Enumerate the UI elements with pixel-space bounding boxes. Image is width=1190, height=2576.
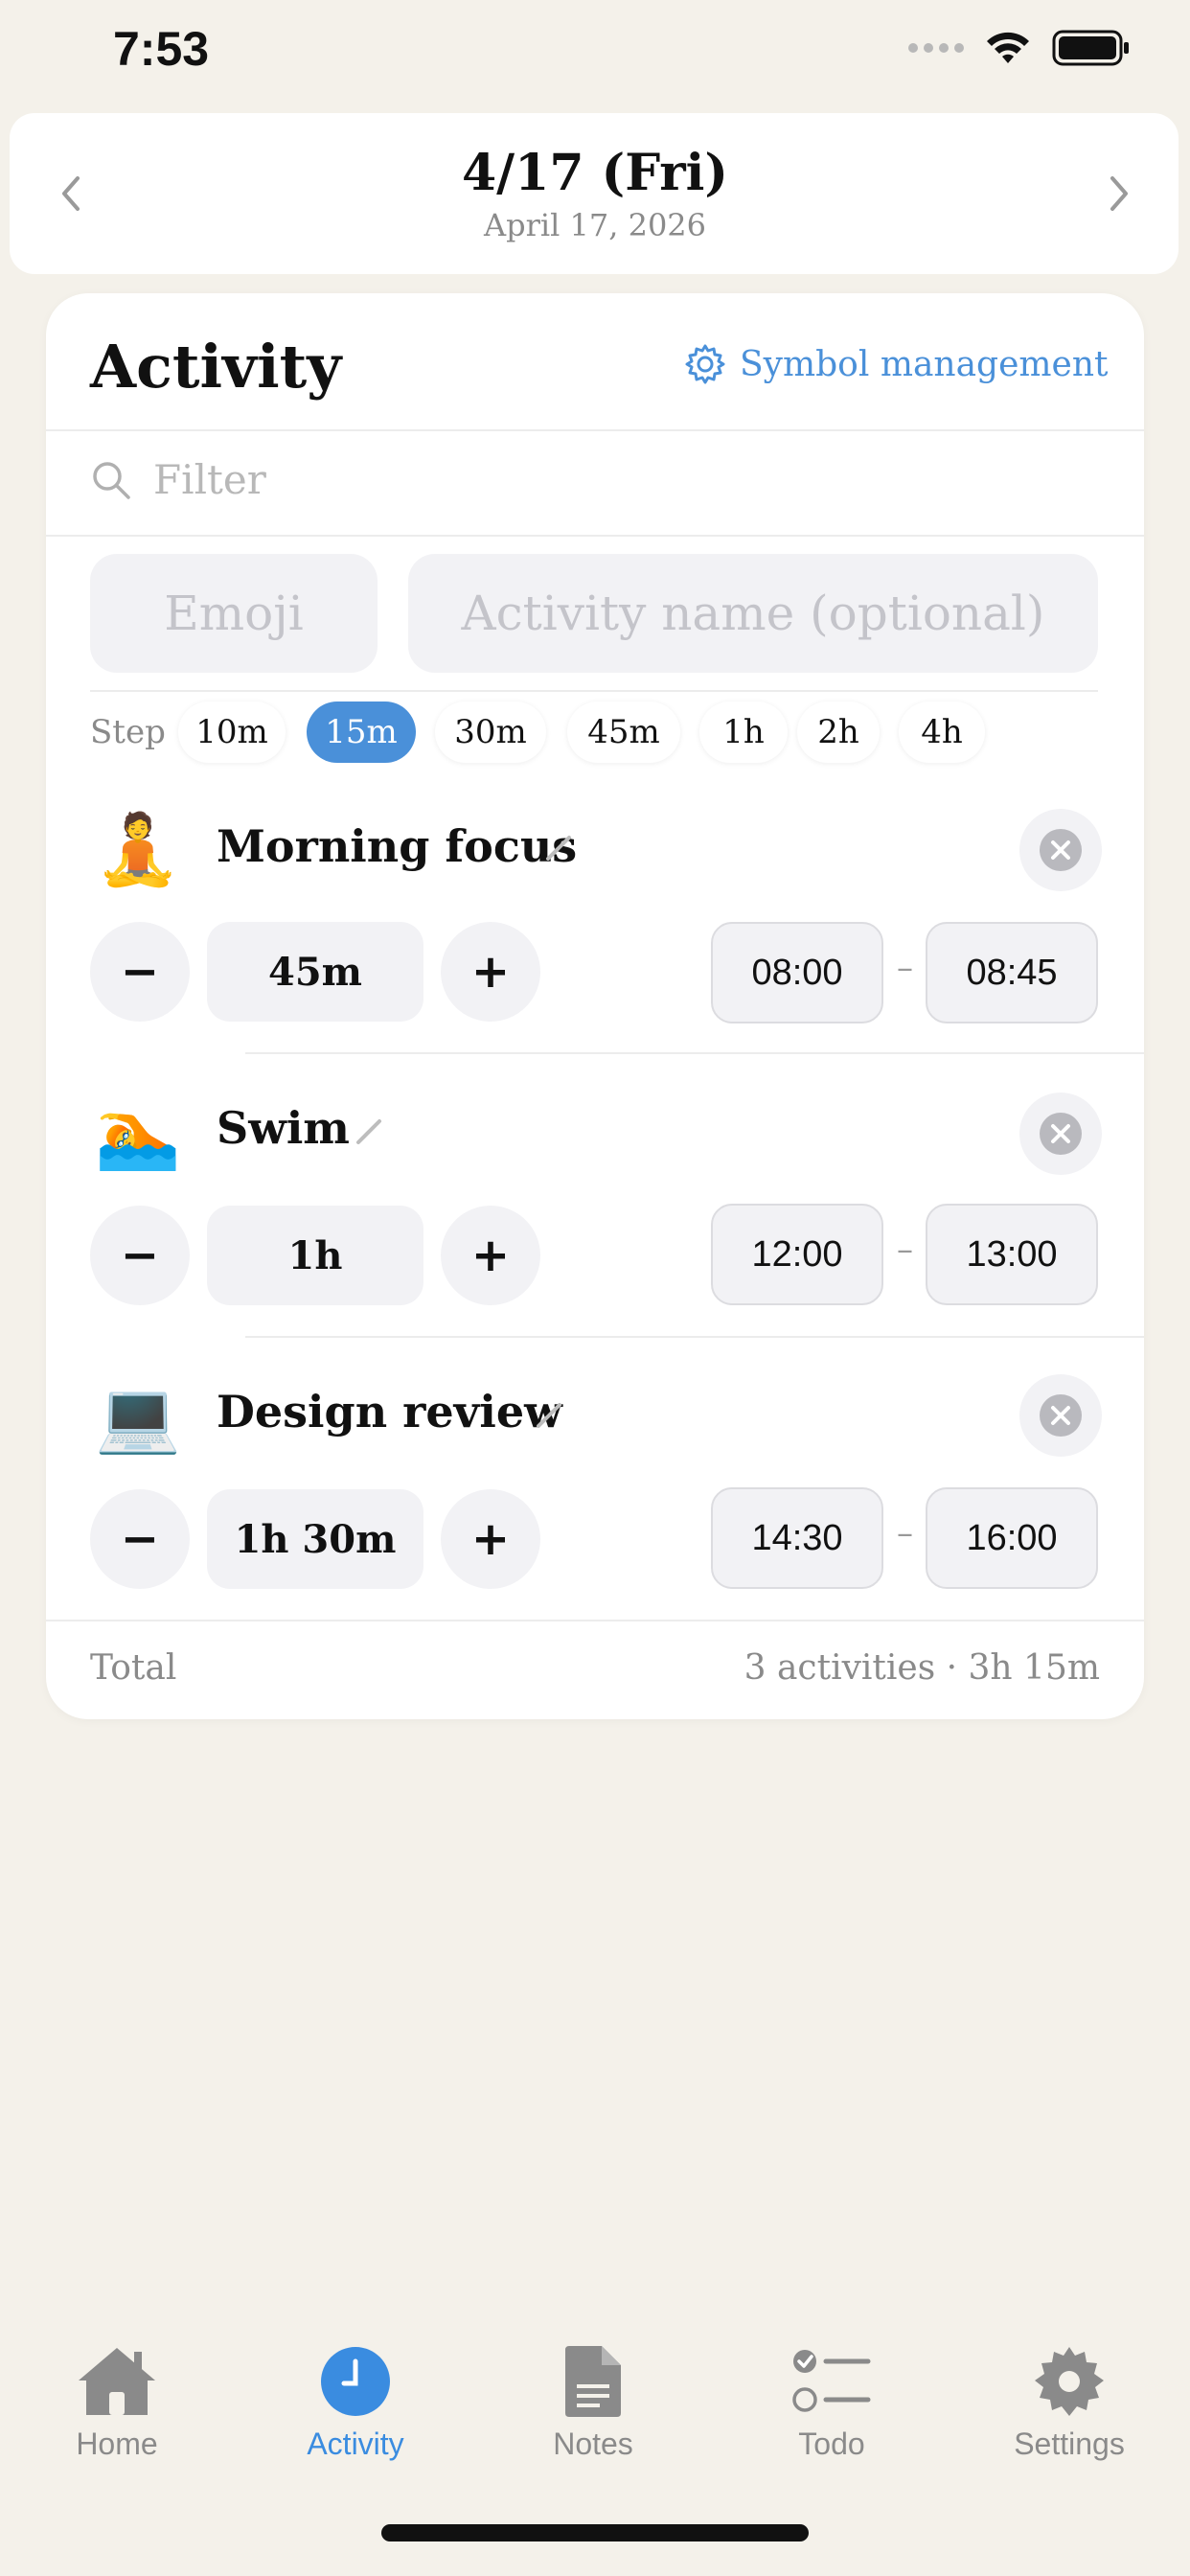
activity-name: Morning focus: [217, 820, 578, 872]
date-subtitle: April 17, 2026: [483, 207, 707, 243]
card-title: Activity: [90, 332, 342, 402]
chevron-right-icon: [1110, 176, 1128, 211]
end-time-field[interactable]: 16:00: [926, 1487, 1098, 1589]
remove-activity-button[interactable]: [1019, 1092, 1102, 1175]
activity-emoji[interactable]: 💻: [90, 1382, 186, 1451]
tab-settings[interactable]: Settings: [973, 2344, 1165, 2462]
tab-todo[interactable]: Todo: [736, 2344, 927, 2462]
increase-duration-button[interactable]: +: [441, 1206, 540, 1305]
step-chip-45m[interactable]: 45m: [567, 702, 680, 763]
tab-label: Notes: [553, 2426, 633, 2461]
tab-label: Todo: [798, 2426, 865, 2461]
activity-emoji[interactable]: 🏊: [90, 1098, 186, 1167]
document-icon: [565, 2346, 621, 2417]
gear-icon: [1035, 2347, 1104, 2416]
step-label: Step: [90, 713, 166, 751]
step-chip-2h[interactable]: 2h: [797, 702, 880, 763]
activity-name: Design review: [217, 1386, 562, 1438]
step-chip-30m[interactable]: 30m: [435, 702, 546, 763]
symbol-management-label: Symbol management: [740, 344, 1109, 384]
time-separator: –: [897, 1514, 913, 1552]
increase-duration-button[interactable]: +: [441, 922, 540, 1022]
search-icon: [93, 461, 130, 499]
battery-icon: [1052, 30, 1129, 66]
next-day-button[interactable]: [1090, 165, 1148, 222]
time-separator: –: [897, 949, 913, 987]
total-label: Total: [90, 1648, 177, 1688]
step-chip-10m[interactable]: 10m: [178, 702, 286, 763]
checklist-icon: [792, 2350, 871, 2412]
close-icon: [1040, 829, 1082, 871]
duration-value: 1h: [207, 1206, 423, 1305]
decrease-duration-button[interactable]: −: [90, 1206, 190, 1305]
divider: [46, 1620, 1144, 1622]
end-time-field[interactable]: 13:00: [926, 1204, 1098, 1305]
tab-activity[interactable]: Activity: [260, 2344, 451, 2462]
pencil-icon[interactable]: [533, 1399, 565, 1432]
activity-name-input[interactable]: Activity name (optional): [408, 554, 1098, 673]
activity-name: Swim: [217, 1102, 350, 1154]
divider: [46, 535, 1144, 537]
remove-activity-button[interactable]: [1019, 1374, 1102, 1457]
tab-label: Activity: [307, 2426, 404, 2461]
duration-value: 45m: [207, 922, 423, 1022]
start-time-field[interactable]: 08:00: [711, 922, 883, 1024]
symbol-management-link[interactable]: Symbol management: [684, 343, 1109, 385]
home-indicator: [381, 2524, 809, 2542]
decrease-duration-button[interactable]: −: [90, 1489, 190, 1589]
divider: [46, 429, 1144, 431]
decrease-duration-button[interactable]: −: [90, 922, 190, 1022]
activity-emoji[interactable]: 🧘: [90, 815, 186, 884]
filter-row[interactable]: Filter: [90, 456, 266, 503]
remove-activity-button[interactable]: [1019, 809, 1102, 891]
close-icon: [1040, 1113, 1082, 1155]
start-time-field[interactable]: 12:00: [711, 1204, 883, 1305]
status-time: 7:53: [113, 22, 210, 76]
divider: [245, 1336, 1144, 1338]
increase-duration-button[interactable]: +: [441, 1489, 540, 1589]
divider: [90, 690, 1098, 692]
cellular-signal-icon: [908, 43, 964, 53]
total-summary: 3 activities · 3h 15m: [744, 1648, 1100, 1688]
step-chip-15m[interactable]: 15m: [307, 702, 416, 763]
step-chip-1h[interactable]: 1h: [699, 702, 788, 763]
status-icons: [908, 29, 1131, 67]
wifi-icon: [987, 32, 1029, 63]
tab-home[interactable]: Home: [21, 2344, 213, 2462]
tab-label: Settings: [1014, 2426, 1125, 2461]
end-time-field[interactable]: 08:45: [926, 922, 1098, 1024]
duration-value: 1h 30m: [207, 1489, 423, 1589]
divider: [245, 1052, 1144, 1054]
filter-input[interactable]: Filter: [153, 456, 266, 503]
pencil-icon[interactable]: [542, 832, 575, 864]
step-chip-4h[interactable]: 4h: [899, 702, 985, 763]
start-time-field[interactable]: 14:30: [711, 1487, 883, 1589]
close-icon: [1040, 1394, 1082, 1437]
tab-label: Home: [76, 2426, 158, 2461]
tab-notes[interactable]: Notes: [497, 2344, 689, 2462]
time-separator: –: [897, 1230, 913, 1269]
gear-icon: [685, 344, 725, 384]
home-icon: [79, 2348, 155, 2415]
clock-icon: [321, 2347, 390, 2416]
date-title: 4/17 (Fri): [461, 144, 728, 202]
emoji-input[interactable]: Emoji: [90, 554, 378, 673]
pencil-icon[interactable]: [353, 1116, 385, 1148]
